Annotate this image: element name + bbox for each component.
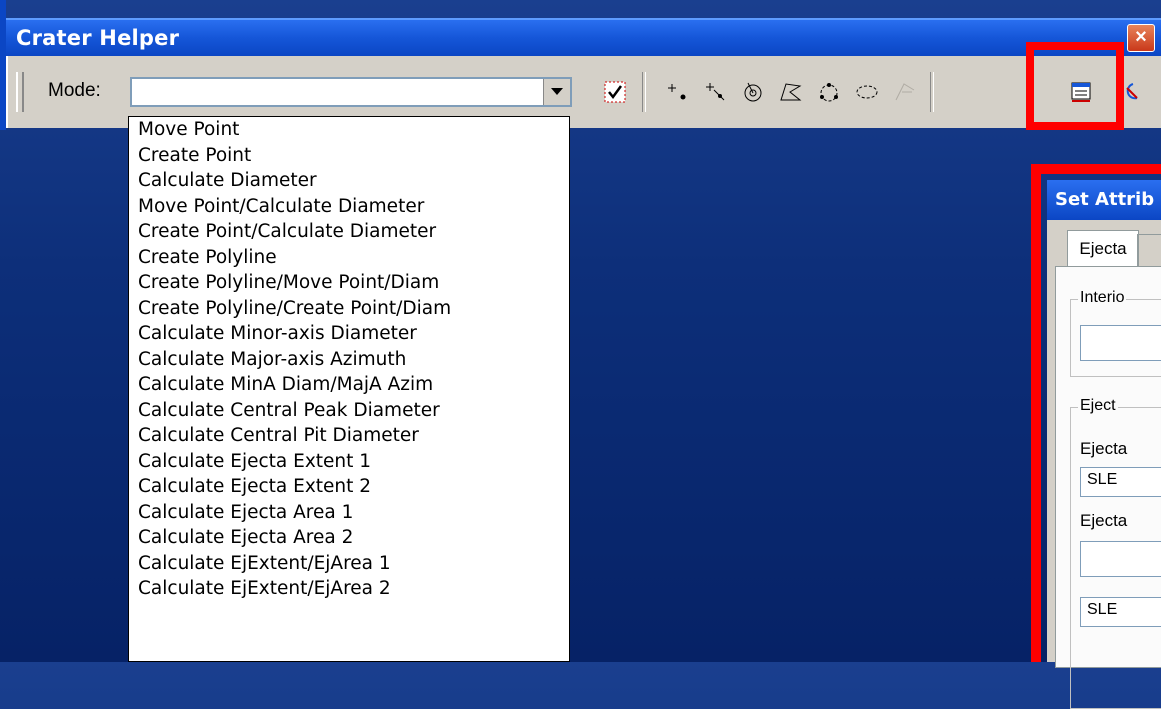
list-item[interactable]: Calculate MinA Diam/MajA Azim	[129, 372, 569, 398]
mode-label: Mode:	[48, 80, 101, 101]
ejecta-field-3[interactable]: SLE	[1080, 597, 1161, 627]
ejecta-area-icon[interactable]	[814, 78, 844, 106]
ejecta-field-1[interactable]: SLE	[1080, 467, 1161, 497]
close-icon: ×	[1135, 26, 1147, 48]
list-item[interactable]: Create Polyline/Move Point/Diam	[129, 270, 569, 296]
list-item[interactable]: Create Polyline	[129, 245, 569, 271]
interior-field[interactable]	[1080, 325, 1161, 361]
mode-select[interactable]	[130, 77, 572, 107]
interior-group-label: Interio	[1078, 289, 1127, 307]
tab-ejecta[interactable]: Ejecta	[1067, 230, 1139, 267]
set-attributes-dialog: Set Attrib Ejecta Interio Eject Ejecta S…	[1047, 180, 1161, 709]
list-item[interactable]: Calculate EjExtent/EjArea 1	[129, 551, 569, 577]
tab-panel: Interio Eject Ejecta SLE Ejecta SLE	[1055, 266, 1161, 709]
list-item[interactable]: Calculate Ejecta Extent 1	[129, 449, 569, 475]
ejecta-field-3-value: SLE	[1087, 601, 1118, 618]
toolbar-separator	[930, 72, 934, 112]
close-button[interactable]: ×	[1127, 24, 1155, 52]
ejecta-field-2[interactable]	[1080, 541, 1161, 577]
clear-icon[interactable]	[1122, 78, 1142, 106]
list-item[interactable]: Calculate Minor-axis Diameter	[129, 321, 569, 347]
list-item[interactable]: Create Polyline/Create Point/Diam	[129, 296, 569, 322]
list-item[interactable]: Calculate Ejecta Extent 2	[129, 474, 569, 500]
window-title: Crater Helper	[16, 26, 180, 50]
ejecta-label-2: Ejecta	[1080, 511, 1128, 530]
tab-other[interactable]	[1137, 234, 1161, 267]
toolbar-grip[interactable]	[16, 72, 24, 112]
ejecta-group-label: Eject	[1078, 397, 1118, 415]
move-point-icon[interactable]	[662, 78, 692, 106]
list-item[interactable]: Move Point	[129, 117, 569, 143]
list-item[interactable]: Calculate Central Peak Diameter	[129, 398, 569, 424]
ellipse-icon[interactable]	[852, 78, 882, 106]
list-item[interactable]: Create Point	[129, 143, 569, 169]
crater-helper-window: Crater Helper × Mode:	[0, 0, 1161, 130]
list-item[interactable]: Calculate Central Pit Diameter	[129, 423, 569, 449]
ejecta-field-1-value: SLE	[1087, 471, 1118, 488]
list-item[interactable]: Move Point/Calculate Diameter	[129, 194, 569, 220]
chevron-down-icon[interactable]	[543, 79, 570, 105]
list-item[interactable]: Calculate Diameter	[129, 168, 569, 194]
list-item[interactable]: Calculate Major-axis Azimuth	[129, 347, 569, 373]
title-bar[interactable]: Crater Helper ×	[6, 18, 1161, 56]
create-point-icon[interactable]	[700, 78, 730, 106]
toolbar-highlight	[1026, 42, 1124, 130]
list-item[interactable]: Create Point/Calculate Diameter	[129, 219, 569, 245]
list-item[interactable]: Calculate Ejecta Area 1	[129, 500, 569, 526]
disabled-tool-icon	[890, 78, 920, 106]
calculate-diameter-icon[interactable]	[738, 78, 768, 106]
dialog-title[interactable]: Set Attrib	[1047, 180, 1161, 220]
list-item[interactable]: Calculate Ejecta Area 2	[129, 525, 569, 551]
mode-dropdown-list: Move Point Create Point Calculate Diamet…	[128, 116, 570, 662]
toolbar-separator	[642, 72, 646, 112]
ejecta-label-1: Ejecta	[1080, 439, 1128, 458]
list-item[interactable]: Calculate EjExtent/EjArea 2	[129, 576, 569, 602]
polyline-icon[interactable]	[776, 78, 806, 106]
checkbox-tool-icon[interactable]	[600, 78, 630, 106]
